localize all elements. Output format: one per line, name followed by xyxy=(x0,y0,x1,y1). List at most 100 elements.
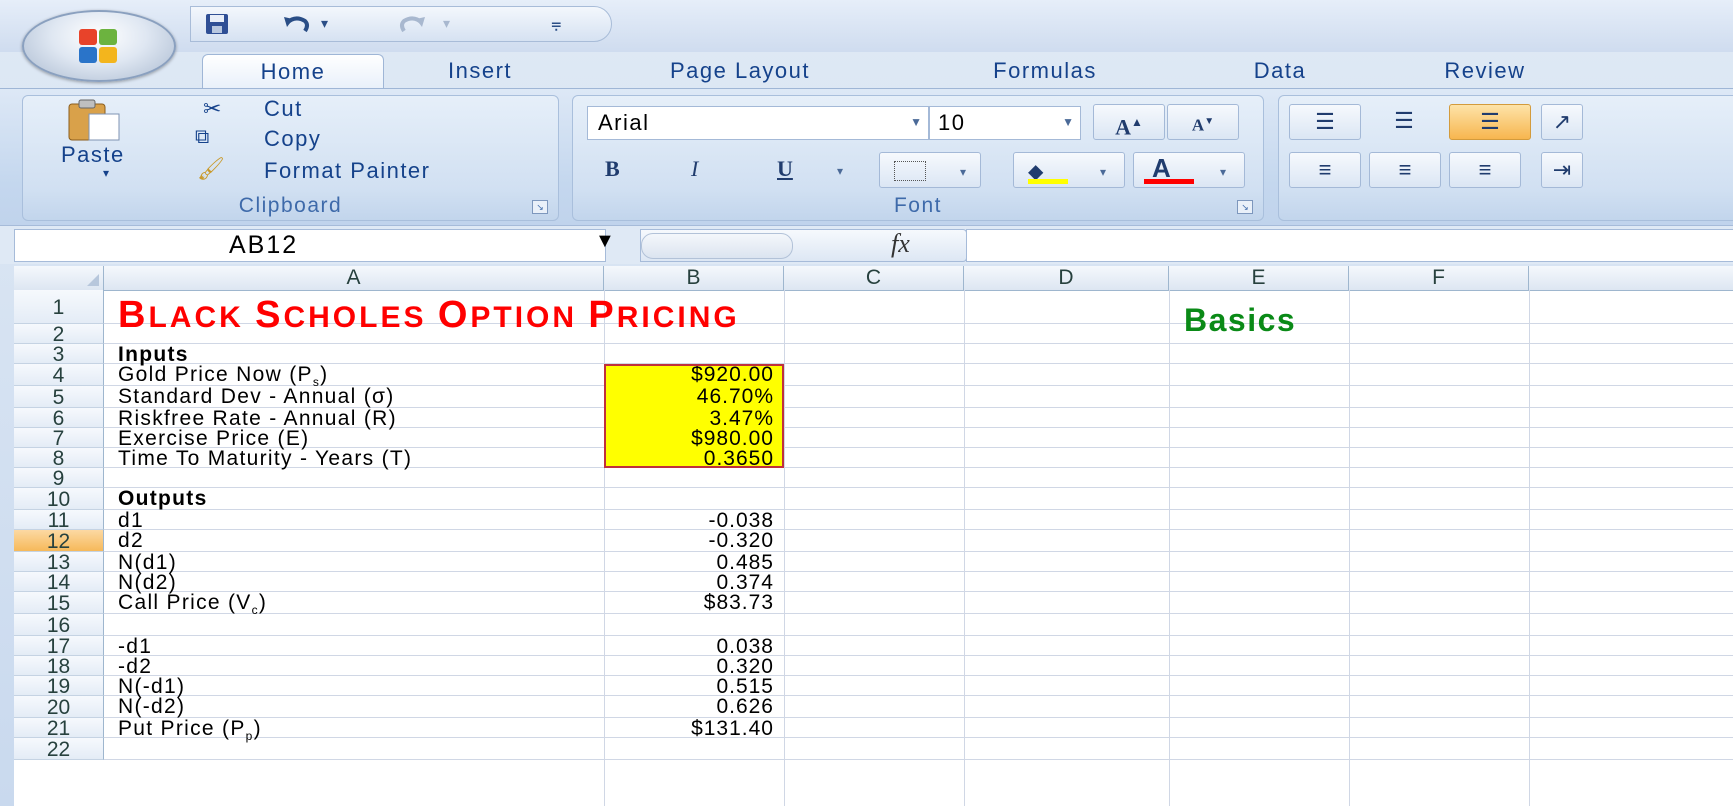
row-header[interactable]: 1 xyxy=(14,290,104,324)
gridline-vertical xyxy=(784,290,785,806)
insert-function-icon[interactable]: fx xyxy=(891,229,910,259)
align-top-button[interactable]: ☰ xyxy=(1289,104,1361,140)
font-color-dropdown-icon[interactable]: ▾ xyxy=(1220,155,1226,189)
column-header-a[interactable]: A xyxy=(104,266,604,290)
borders-icon xyxy=(894,161,926,181)
select-all-button[interactable] xyxy=(14,266,104,290)
paste-dropdown-icon[interactable]: ▾ xyxy=(103,166,111,180)
underline-dropdown-icon[interactable]: ▾ xyxy=(837,154,843,188)
align-left-button[interactable]: ≡ xyxy=(1289,152,1361,188)
tab-insert[interactable]: Insert xyxy=(405,54,555,88)
column-header-d[interactable]: D xyxy=(964,266,1169,290)
cell-label[interactable]: d2 xyxy=(118,529,144,553)
output-value-cell[interactable]: 0.626 xyxy=(604,695,774,719)
undo-icon[interactable] xyxy=(283,13,313,35)
align-right-button[interactable]: ≡ xyxy=(1449,152,1521,188)
row-header[interactable]: 14 xyxy=(14,572,104,594)
column-header-b[interactable]: B xyxy=(604,266,784,290)
output-value-cell[interactable]: $131.40 xyxy=(604,717,774,741)
name-box[interactable]: AB12 ▼ xyxy=(14,229,615,262)
row-header[interactable]: 13 xyxy=(14,552,104,574)
row-header[interactable]: 18 xyxy=(14,656,104,678)
borders-button[interactable]: ▾ xyxy=(879,152,981,188)
paste-icon[interactable] xyxy=(63,98,123,142)
row-header[interactable]: 3 xyxy=(14,344,104,366)
cell-label[interactable]: Call Price (Vc) xyxy=(118,591,267,617)
tab-review[interactable]: Review xyxy=(1410,54,1560,88)
font-name-select[interactable]: Arial ▼ xyxy=(587,106,929,140)
row-header[interactable]: 11 xyxy=(14,510,104,532)
font-size-select[interactable]: 10 ▼ xyxy=(929,106,1081,140)
input-value-cell[interactable]: 0.3650 xyxy=(604,447,774,471)
font-launcher-icon[interactable]: ↘ xyxy=(1237,200,1253,214)
cut-icon: ✂ xyxy=(203,96,223,121)
formula-bar-resize-handle[interactable] xyxy=(641,233,793,259)
customize-qat-icon[interactable]: ⩦ xyxy=(551,11,562,35)
input-value-cell[interactable]: 46.70% xyxy=(604,385,774,409)
bold-button[interactable]: B xyxy=(605,152,620,186)
undo-dropdown-icon[interactable]: ▾ xyxy=(321,11,328,35)
italic-button[interactable]: I xyxy=(691,152,698,186)
underline-button[interactable]: U xyxy=(777,152,793,186)
row-header[interactable]: 2 xyxy=(14,324,104,346)
row-header[interactable]: 15 xyxy=(14,592,104,615)
align-bottom-button[interactable]: ☰ xyxy=(1449,104,1531,140)
font-name-dropdown-icon[interactable]: ▼ xyxy=(910,115,922,129)
input-value-cell[interactable]: $920.00 xyxy=(604,363,774,387)
row-header[interactable]: 4 xyxy=(14,364,104,387)
row-header[interactable]: 7 xyxy=(14,428,104,450)
row-header[interactable]: 9 xyxy=(14,468,104,490)
row-header[interactable]: 8 xyxy=(14,448,104,470)
cell-label[interactable]: N(-d2) xyxy=(118,695,185,719)
align-center-button[interactable]: ≡ xyxy=(1369,152,1441,188)
output-value-cell[interactable]: -0.320 xyxy=(604,529,774,553)
redo-icon[interactable] xyxy=(396,13,426,35)
title-part: LACK xyxy=(148,301,256,334)
tab-home[interactable]: Home xyxy=(202,54,384,89)
align-middle-button[interactable]: ☰ xyxy=(1369,104,1439,138)
font-size-dropdown-icon[interactable]: ▼ xyxy=(1062,115,1074,129)
gridline-horizontal xyxy=(104,613,1733,614)
clipboard-launcher-icon[interactable]: ↘ xyxy=(532,200,548,214)
format-painter-button[interactable]: Format Painter xyxy=(264,158,431,184)
name-box-dropdown-icon[interactable]: ▼ xyxy=(595,230,615,253)
column-header-e[interactable]: E xyxy=(1169,266,1349,290)
row-header[interactable]: 19 xyxy=(14,676,104,698)
format-painter-icon: 🖌 xyxy=(197,156,227,181)
tab-formulas[interactable]: Formulas xyxy=(940,54,1150,88)
cell-label[interactable]: Put Price (Pp) xyxy=(118,717,262,743)
fill-color-button[interactable]: ◆ ▾ xyxy=(1013,152,1125,188)
column-header-c[interactable]: C xyxy=(784,266,964,290)
column-header-g[interactable] xyxy=(1529,266,1733,290)
row-header[interactable]: 22 xyxy=(14,738,104,761)
cell-label[interactable]: Standard Dev - Annual (σ) xyxy=(118,385,395,409)
row-header[interactable]: 10 xyxy=(14,488,104,511)
formula-input[interactable] xyxy=(966,229,1733,262)
row-header[interactable]: 20 xyxy=(14,696,104,719)
indent-button[interactable]: ⇥ xyxy=(1541,152,1583,188)
row-header[interactable]: 17 xyxy=(14,636,104,658)
paste-button[interactable]: Paste xyxy=(61,142,125,168)
row-header[interactable]: 12 xyxy=(14,530,104,553)
gridline-horizontal xyxy=(104,655,1733,656)
redo-dropdown-icon[interactable]: ▾ xyxy=(443,11,450,35)
tab-page-layout[interactable]: Page Layout xyxy=(610,54,870,88)
font-color-button[interactable]: A ▾ xyxy=(1133,152,1245,188)
fill-color-dropdown-icon[interactable]: ▾ xyxy=(1100,155,1106,189)
orientation-button[interactable]: ↗ xyxy=(1541,104,1583,140)
output-value-cell[interactable]: $83.73 xyxy=(604,591,774,615)
cut-button[interactable]: Cut xyxy=(264,96,303,122)
shrink-font-button[interactable]: A▼ xyxy=(1167,104,1239,140)
row-header[interactable]: 5 xyxy=(14,386,104,409)
tab-data[interactable]: Data xyxy=(1220,54,1340,88)
borders-dropdown-icon[interactable]: ▾ xyxy=(960,155,966,189)
cell-label[interactable]: Time To Maturity - Years (T) xyxy=(118,447,412,471)
column-header-f[interactable]: F xyxy=(1349,266,1529,290)
row-header[interactable]: 21 xyxy=(14,718,104,740)
save-icon[interactable] xyxy=(205,13,229,35)
grow-font-button[interactable]: A▲ xyxy=(1093,104,1165,140)
office-button[interactable] xyxy=(22,10,176,82)
row-header[interactable]: 6 xyxy=(14,408,104,430)
copy-button[interactable]: Copy xyxy=(264,126,321,152)
row-header[interactable]: 16 xyxy=(14,614,104,637)
